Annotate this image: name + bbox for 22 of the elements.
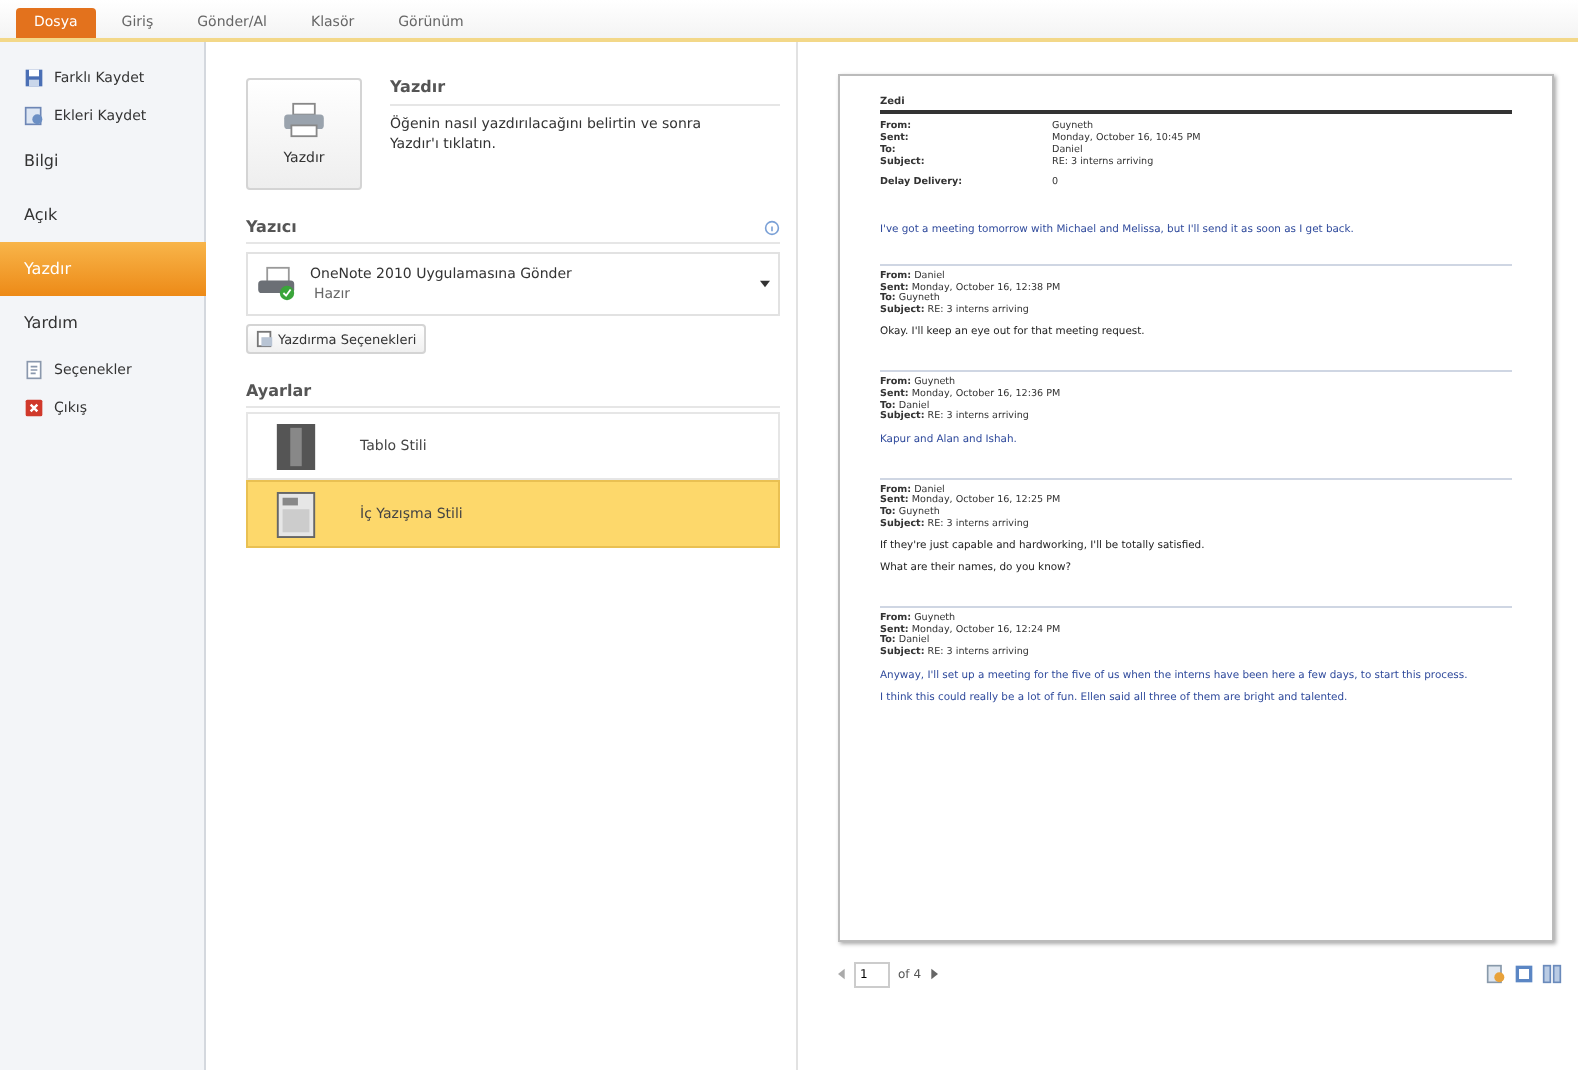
printer-icon [256,266,300,302]
nav-item[interactable]: Yardım [0,296,204,350]
memo-style-icon [276,491,316,537]
previous-page-icon[interactable] [838,968,846,980]
next-page-icon[interactable] [929,968,938,980]
document-icon [256,330,274,348]
floppy-icon [24,67,44,87]
single-page-icon[interactable] [1514,964,1534,984]
info-icon[interactable] [764,219,780,235]
close-icon [24,397,44,417]
nav-item[interactable]: Bilgi [0,134,204,188]
nav-item[interactable]: Açık [0,188,204,242]
document-icon [24,359,44,379]
document-icon [24,105,44,125]
printer-heading: Yazıcı [246,218,297,236]
printer-icon [282,102,326,138]
caret-icon [760,280,770,288]
table-style-icon [276,423,316,469]
settings-heading: Ayarlar [246,382,312,400]
section-title: Yazdır [390,78,780,106]
multiple-pages-icon[interactable] [1542,964,1562,984]
zoom-icon[interactable] [1486,964,1506,984]
